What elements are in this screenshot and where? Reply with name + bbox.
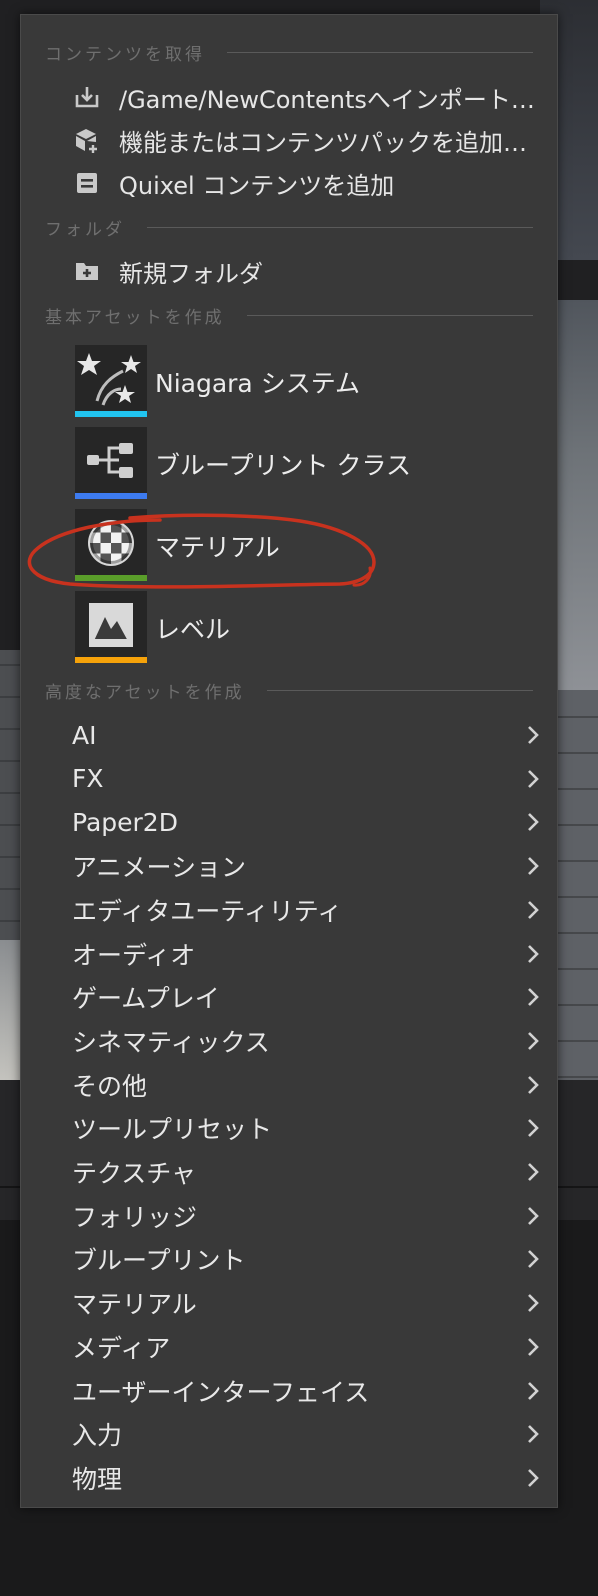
submenu-item[interactable]: 物理: [21, 1457, 557, 1499]
section-header-folder: フォルダ: [45, 217, 533, 240]
section-divider: [266, 689, 533, 691]
menu-item-label: /Game/NewContentsへインポート…: [119, 85, 535, 114]
submenu-item-label: オーディオ: [72, 940, 196, 970]
asset-color-bar: [75, 657, 147, 663]
chevron-right-icon: [528, 1163, 539, 1181]
menu-item-label: 新規フォルダ: [119, 259, 263, 288]
submenu-item[interactable]: メディア: [21, 1326, 557, 1368]
chevron-right-icon: [528, 1250, 539, 1269]
menu-item-quixel[interactable]: Quixel コンテンツを追加: [21, 163, 557, 203]
chevron-right-icon: [528, 1119, 539, 1138]
chevron-right-icon: [528, 1468, 539, 1487]
chevron-right-icon: [528, 900, 539, 919]
submenu-item-label: マテリアル: [72, 1290, 197, 1320]
asset-niagara-system[interactable]: Niagara システム: [21, 345, 557, 419]
asset-label: Niagara システム: [155, 369, 360, 398]
submenu-item-label: メディア: [72, 1333, 171, 1363]
asset-color-bar: [75, 411, 147, 417]
chevron-right-icon: [528, 1381, 539, 1400]
add-feature-pack-icon: [73, 126, 101, 154]
import-icon: [73, 83, 101, 111]
submenu-item-label: ツールプリセット: [72, 1115, 273, 1145]
submenu-item-label: 入力: [72, 1421, 123, 1451]
submenu-item[interactable]: アニメーション: [21, 845, 557, 887]
menu-item-label: Quixel コンテンツを追加: [119, 171, 395, 200]
submenu-item[interactable]: エディタユーティリティ: [21, 889, 557, 931]
chevron-right-icon: [528, 1337, 539, 1356]
chevron-right-icon: [528, 1294, 539, 1313]
chevron-right-icon: [528, 813, 539, 832]
chevron-right-icon: [528, 1425, 539, 1444]
menu-item-new-folder[interactable]: 新規フォルダ: [21, 251, 557, 291]
submenu-item[interactable]: FX: [21, 758, 557, 800]
submenu-item-label: テクスチャ: [72, 1159, 197, 1188]
submenu-item-label: FX: [72, 764, 104, 794]
niagara-system-icon: [75, 345, 147, 417]
submenu-item[interactable]: ユーザーインターフェイス: [21, 1370, 557, 1412]
submenu-item-label: ブループリント: [72, 1246, 246, 1276]
new-folder-icon: [73, 257, 101, 285]
section-divider: [227, 51, 533, 53]
submenu-item-label: シネマティックス: [72, 1027, 270, 1057]
section-header-basic-assets: 基本アセットを作成: [45, 305, 533, 328]
section-label: 高度なアセットを作成: [45, 682, 245, 703]
section-header-advanced-assets: 高度なアセットを作成: [45, 680, 533, 703]
menu-item-label: 機能またはコンテンツパックを追加…: [119, 128, 527, 157]
chevron-right-icon: [528, 944, 539, 963]
submenu-item-label: Paper2D: [72, 807, 178, 837]
submenu-item[interactable]: テクスチャ: [21, 1151, 557, 1193]
level-icon: [75, 591, 147, 663]
content-browser-add-menu: コンテンツを取得 /Game/NewContentsへインポート… 機能またはコ…: [20, 14, 558, 1508]
asset-material[interactable]: マテリアル: [21, 509, 557, 583]
chevron-right-icon: [528, 726, 539, 744]
submenu-item[interactable]: 入力: [21, 1413, 557, 1455]
submenu-item[interactable]: シネマティックス: [21, 1020, 557, 1062]
section-divider: [246, 314, 533, 316]
submenu-item-label: AI: [72, 720, 97, 750]
section-header-get-content: コンテンツを取得: [45, 42, 533, 65]
submenu-item-label: フォリッジ: [72, 1202, 198, 1232]
blueprint-class-icon: [75, 427, 147, 499]
submenu-item-label: アニメーション: [72, 853, 247, 883]
asset-level[interactable]: レベル: [21, 591, 557, 665]
submenu-item-label: 物理: [72, 1464, 123, 1494]
submenu-item-label: エディタユーティリティ: [72, 896, 343, 926]
submenu-item[interactable]: マテリアル: [21, 1282, 557, 1324]
asset-color-bar: [75, 575, 147, 581]
asset-label: レベル: [155, 615, 231, 644]
chevron-right-icon: [528, 988, 539, 1007]
chevron-right-icon: [528, 1075, 539, 1094]
submenu-item[interactable]: ブループリント: [21, 1238, 557, 1280]
menu-item-import[interactable]: /Game/NewContentsへインポート…: [21, 77, 557, 117]
chevron-right-icon: [528, 769, 539, 788]
section-divider: [147, 226, 533, 228]
asset-label: ブループリント クラス: [155, 451, 411, 480]
section-label: コンテンツを取得: [45, 44, 205, 65]
submenu-item-label: ユーザーインターフェイス: [72, 1377, 370, 1407]
submenu-item[interactable]: オーディオ: [21, 933, 557, 975]
material-icon: [75, 509, 147, 581]
submenu-item[interactable]: その他: [21, 1064, 557, 1106]
asset-blueprint-class[interactable]: ブループリント クラス: [21, 427, 557, 501]
submenu-item[interactable]: ツールプリセット: [21, 1107, 557, 1149]
quixel-icon: [73, 169, 101, 197]
asset-color-bar: [75, 493, 147, 499]
asset-label: マテリアル: [155, 533, 280, 562]
section-label: フォルダ: [45, 219, 125, 240]
submenu-item-label: その他: [72, 1071, 148, 1101]
chevron-right-icon: [528, 1206, 539, 1225]
submenu-item[interactable]: ゲームプレイ: [21, 976, 557, 1018]
submenu-item-label: ゲームプレイ: [72, 984, 220, 1014]
menu-item-add-feature-pack[interactable]: 機能またはコンテンツパックを追加…: [21, 120, 557, 160]
submenu-item[interactable]: AI: [21, 714, 557, 756]
submenu-item[interactable]: Paper2D: [21, 801, 557, 843]
chevron-right-icon: [528, 1031, 539, 1050]
chevron-right-icon: [528, 857, 539, 876]
section-label: 基本アセットを作成: [45, 307, 225, 328]
submenu-item[interactable]: フォリッジ: [21, 1195, 557, 1237]
